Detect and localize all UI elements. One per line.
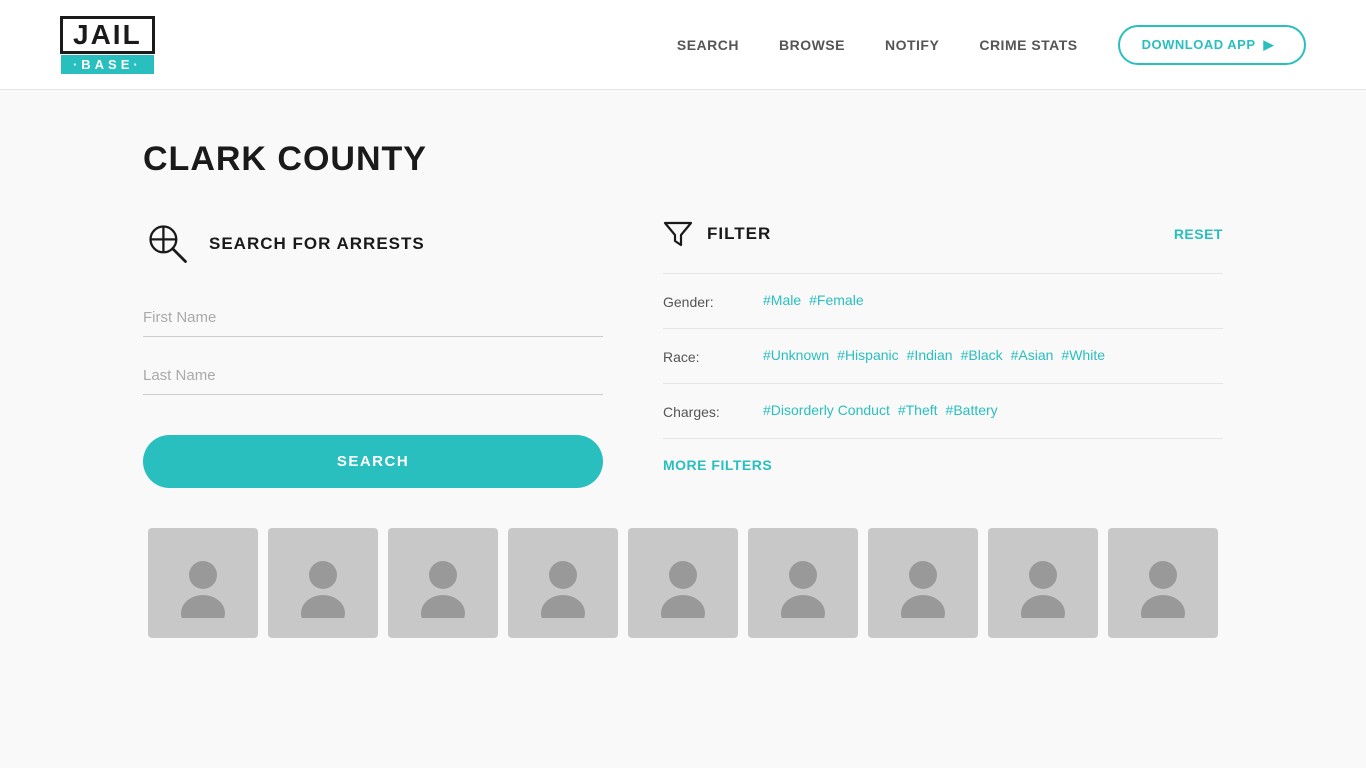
last-name-input[interactable] bbox=[143, 357, 603, 395]
race-tag-white[interactable]: #White bbox=[1061, 347, 1105, 363]
search-button[interactable]: SEARCH bbox=[143, 435, 603, 488]
profile-avatar-icon bbox=[528, 548, 598, 618]
download-app-button[interactable]: DOWNLOAD APP ▶ bbox=[1118, 25, 1306, 65]
logo-base-text: ·BASE· bbox=[61, 55, 154, 74]
race-tag-black[interactable]: #Black bbox=[961, 347, 1003, 363]
profile-card[interactable] bbox=[1108, 528, 1218, 638]
nav-notify[interactable]: NOTIFY bbox=[885, 37, 939, 53]
search-arrests-icon bbox=[143, 219, 193, 269]
gender-filter-row: Gender: #Male #Female bbox=[663, 273, 1223, 328]
first-name-input[interactable] bbox=[143, 299, 603, 337]
search-icon-svg bbox=[145, 221, 191, 267]
charges-label: Charges: bbox=[663, 402, 743, 420]
profile-card[interactable] bbox=[748, 528, 858, 638]
race-tag-hispanic[interactable]: #Hispanic bbox=[837, 347, 898, 363]
first-name-field bbox=[143, 299, 603, 337]
filter-icon-svg bbox=[663, 219, 693, 249]
filter-title: FILTER bbox=[707, 224, 771, 244]
race-label: Race: bbox=[663, 347, 743, 365]
search-section-title: SEARCH FOR ARRESTS bbox=[209, 234, 425, 254]
download-app-label: DOWNLOAD APP bbox=[1142, 37, 1256, 52]
profile-avatar-icon bbox=[768, 548, 838, 618]
gender-tag-male[interactable]: #Male bbox=[763, 292, 801, 308]
filter-section: FILTER RESET Gender: #Male #Female Race:… bbox=[663, 219, 1223, 488]
reset-button[interactable]: RESET bbox=[1174, 226, 1223, 242]
gender-tags: #Male #Female bbox=[763, 292, 864, 308]
profile-avatar-icon bbox=[168, 548, 238, 618]
profile-avatar-icon bbox=[1008, 548, 1078, 618]
charges-tag-battery[interactable]: #Battery bbox=[946, 402, 998, 418]
play-icon: ▶ bbox=[1264, 37, 1275, 53]
filter-title-group: FILTER bbox=[663, 219, 771, 249]
profile-avatar-icon bbox=[408, 548, 478, 618]
logo-jail-text: JAIL bbox=[60, 16, 155, 54]
race-tag-asian[interactable]: #Asian bbox=[1011, 347, 1054, 363]
site-logo[interactable]: JAIL ·BASE· bbox=[60, 16, 155, 74]
filter-section-header: FILTER RESET bbox=[663, 219, 1223, 249]
site-header: JAIL ·BASE· SEARCH BROWSE NOTIFY CRIME S… bbox=[0, 0, 1366, 90]
race-tag-unknown[interactable]: #Unknown bbox=[763, 347, 829, 363]
charges-tag-disorderly[interactable]: #Disorderly Conduct bbox=[763, 402, 890, 418]
race-filter-row: Race: #Unknown #Hispanic #Indian #Black … bbox=[663, 328, 1223, 383]
profiles-row bbox=[143, 528, 1223, 638]
profile-avatar-icon bbox=[648, 548, 718, 618]
race-tags: #Unknown #Hispanic #Indian #Black #Asian… bbox=[763, 347, 1105, 363]
more-filters-button[interactable]: MORE FILTERS bbox=[663, 457, 772, 473]
profile-card[interactable] bbox=[388, 528, 498, 638]
profile-avatar-icon bbox=[888, 548, 958, 618]
last-name-field bbox=[143, 357, 603, 395]
charges-tag-theft[interactable]: #Theft bbox=[898, 402, 938, 418]
charges-tags: #Disorderly Conduct #Theft #Battery bbox=[763, 402, 998, 418]
gender-label: Gender: bbox=[663, 292, 743, 310]
profile-avatar-icon bbox=[1128, 548, 1198, 618]
charges-filter-row: Charges: #Disorderly Conduct #Theft #Bat… bbox=[663, 383, 1223, 439]
main-content: CLARK COUNTY SEARCH FOR ARRE bbox=[83, 90, 1283, 688]
profile-avatar-icon bbox=[288, 548, 358, 618]
profile-card[interactable] bbox=[628, 528, 738, 638]
profile-card[interactable] bbox=[268, 528, 378, 638]
page-title: CLARK COUNTY bbox=[143, 140, 1223, 179]
profile-card[interactable] bbox=[868, 528, 978, 638]
nav-crime-stats[interactable]: CRIME STATS bbox=[979, 37, 1077, 53]
race-tag-indian[interactable]: #Indian bbox=[907, 347, 953, 363]
profile-card[interactable] bbox=[148, 528, 258, 638]
search-section-header: SEARCH FOR ARRESTS bbox=[143, 219, 603, 269]
nav-browse[interactable]: BROWSE bbox=[779, 37, 845, 53]
search-filter-layout: SEARCH FOR ARRESTS SEARCH FILTER RESET bbox=[143, 219, 1223, 488]
search-section: SEARCH FOR ARRESTS SEARCH bbox=[143, 219, 603, 488]
gender-tag-female[interactable]: #Female bbox=[809, 292, 863, 308]
nav-search[interactable]: SEARCH bbox=[677, 37, 739, 53]
profile-card[interactable] bbox=[988, 528, 1098, 638]
main-nav: SEARCH BROWSE NOTIFY CRIME STATS DOWNLOA… bbox=[677, 25, 1306, 65]
profile-card[interactable] bbox=[508, 528, 618, 638]
